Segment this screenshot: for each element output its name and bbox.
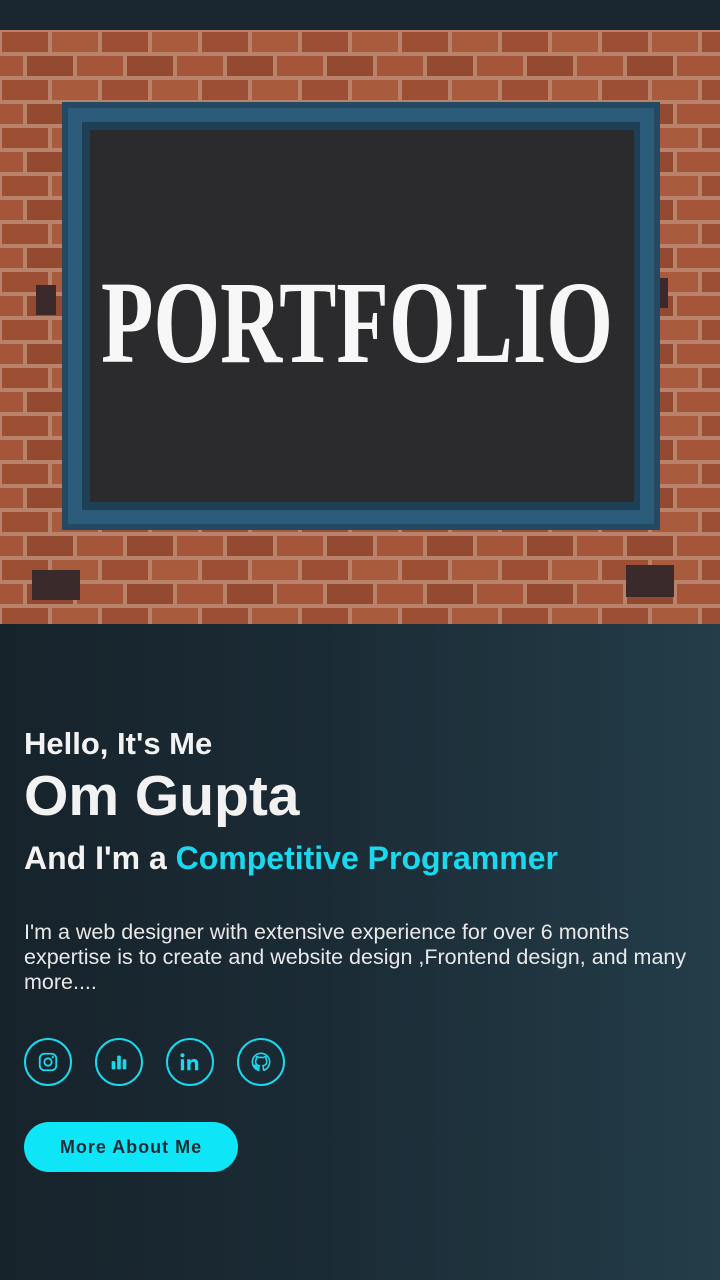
social-links <box>24 1038 285 1086</box>
stats-link[interactable] <box>95 1038 143 1086</box>
linkedin-link[interactable] <box>166 1038 214 1086</box>
intro-section: Hello, It's Me Om Gupta And I'm a Compet… <box>0 624 720 1280</box>
bio-text: I'm a web designer with extensive experi… <box>24 920 687 994</box>
role-text: Competitive Programmer <box>175 840 558 876</box>
portfolio-sign-illustration: PORTFOLIO <box>0 30 720 624</box>
role-prefix: And I'm a <box>24 840 176 876</box>
greeting-text: Hello, It's Me <box>24 726 213 761</box>
linkedin-icon <box>180 1053 199 1071</box>
portfolio-sign-text: PORTFOLIO <box>101 257 613 388</box>
github-link[interactable] <box>237 1038 285 1086</box>
instagram-link[interactable] <box>24 1038 72 1086</box>
name-heading: Om Gupta <box>24 764 300 828</box>
more-about-me-button[interactable]: More About Me <box>24 1122 238 1172</box>
instagram-icon <box>38 1052 58 1072</box>
hero-image: PORTFOLIO <box>0 30 720 624</box>
stats-icon <box>111 1055 127 1070</box>
github-icon <box>251 1052 271 1072</box>
top-bar <box>0 0 720 30</box>
role-line: And I'm a Competitive Programmer <box>24 840 558 877</box>
